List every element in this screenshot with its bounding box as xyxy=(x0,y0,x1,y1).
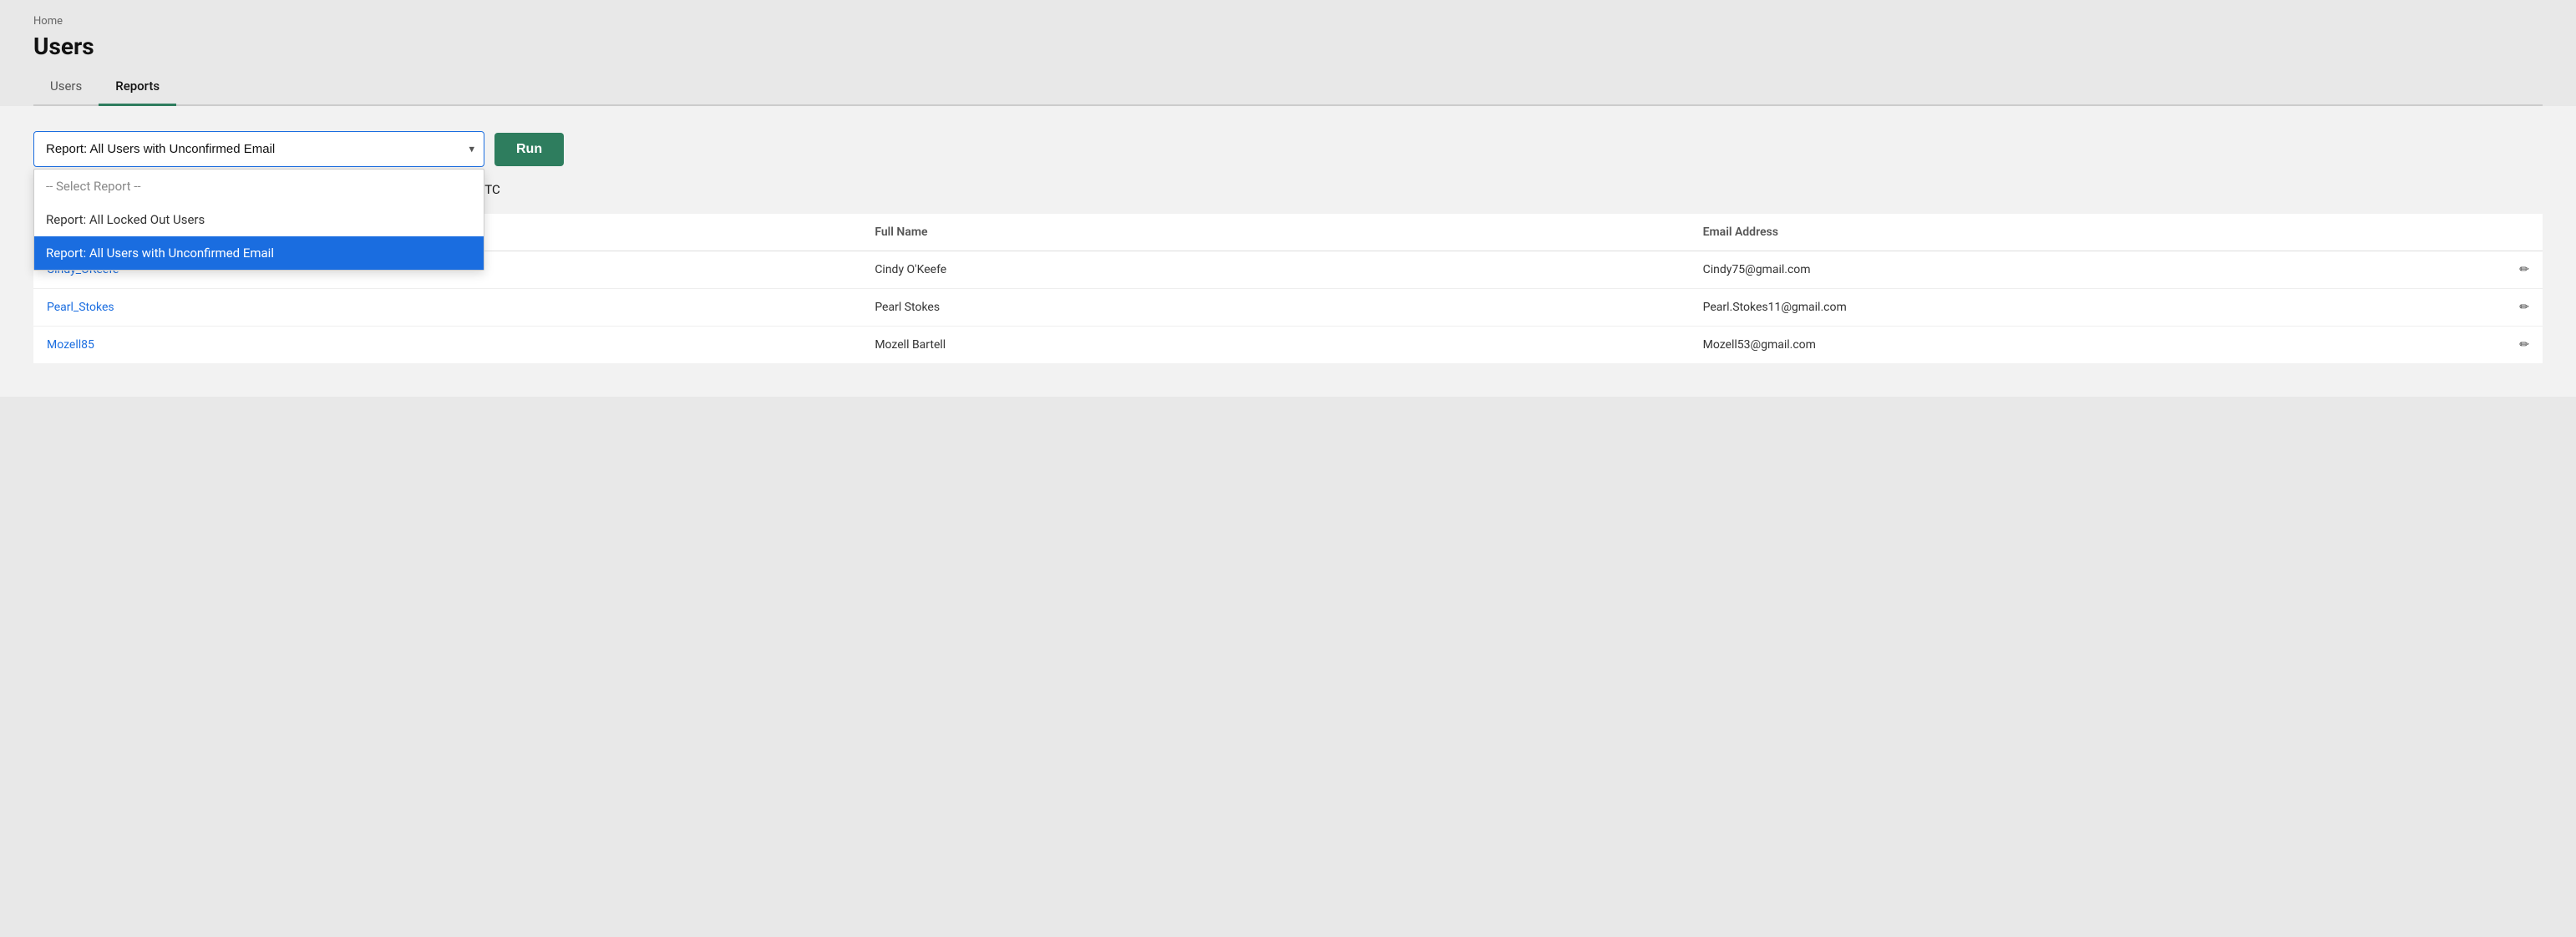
breadcrumb: Home xyxy=(33,15,2543,28)
cell-email-2: Pearl.Stokes11@gmail.com xyxy=(1690,289,2442,327)
col-header-email: Email Address xyxy=(1690,214,2442,251)
report-select-wrapper: -- Select Report -- Report: All Locked O… xyxy=(33,131,484,167)
table-row: Mozell85 Mozell Bartell Mozell53@gmail.c… xyxy=(33,327,2543,364)
col-header-action xyxy=(2442,214,2543,251)
cell-email-1: Cindy75@gmail.com xyxy=(1690,251,2442,289)
content-section: -- Select Report -- Report: All Locked O… xyxy=(0,106,2576,397)
edit-icon-2[interactable]: ✏ xyxy=(2519,301,2529,314)
cell-edit-1[interactable]: ✏ xyxy=(2442,251,2543,289)
tab-users[interactable]: Users xyxy=(33,70,99,106)
dropdown-item-placeholder: -- Select Report -- xyxy=(34,170,484,203)
dropdown-menu: -- Select Report -- Report: All Locked O… xyxy=(33,169,484,271)
cell-fullname-3: Mozell Bartell xyxy=(861,327,1689,364)
table-row: Pearl_Stokes Pearl Stokes Pearl.Stokes11… xyxy=(33,289,2543,327)
tabs-bar: Users Reports xyxy=(33,70,2543,106)
report-select[interactable]: -- Select Report -- Report: All Locked O… xyxy=(33,131,484,167)
tab-reports[interactable]: Reports xyxy=(99,70,176,106)
edit-icon-3[interactable]: ✏ xyxy=(2519,338,2529,352)
cell-edit-2[interactable]: ✏ xyxy=(2442,289,2543,327)
col-header-fullname: Full Name xyxy=(861,214,1689,251)
dropdown-item-unconfirmed-email[interactable]: Report: All Users with Unconfirmed Email xyxy=(34,236,484,270)
cell-fullname-1: Cindy O'Keefe xyxy=(861,251,1689,289)
cell-username-2: Pearl_Stokes xyxy=(33,289,861,327)
cell-email-3: Mozell53@gmail.com xyxy=(1690,327,2442,364)
page-title: Users xyxy=(33,33,2543,60)
cell-fullname-2: Pearl Stokes xyxy=(861,289,1689,327)
user-link-3[interactable]: Mozell85 xyxy=(47,338,94,352)
cell-edit-3[interactable]: ✏ xyxy=(2442,327,2543,364)
header-section: Home Users Users Reports xyxy=(0,0,2576,106)
report-controls: -- Select Report -- Report: All Locked O… xyxy=(33,131,2543,167)
run-button[interactable]: Run xyxy=(494,133,564,166)
user-link-2[interactable]: Pearl_Stokes xyxy=(47,301,114,314)
cell-username-3: Mozell85 xyxy=(33,327,861,364)
edit-icon-1[interactable]: ✏ xyxy=(2519,263,2529,276)
dropdown-item-locked-out[interactable]: Report: All Locked Out Users xyxy=(34,203,484,236)
page-wrapper: Home Users Users Reports -- Select Repor… xyxy=(0,0,2576,937)
